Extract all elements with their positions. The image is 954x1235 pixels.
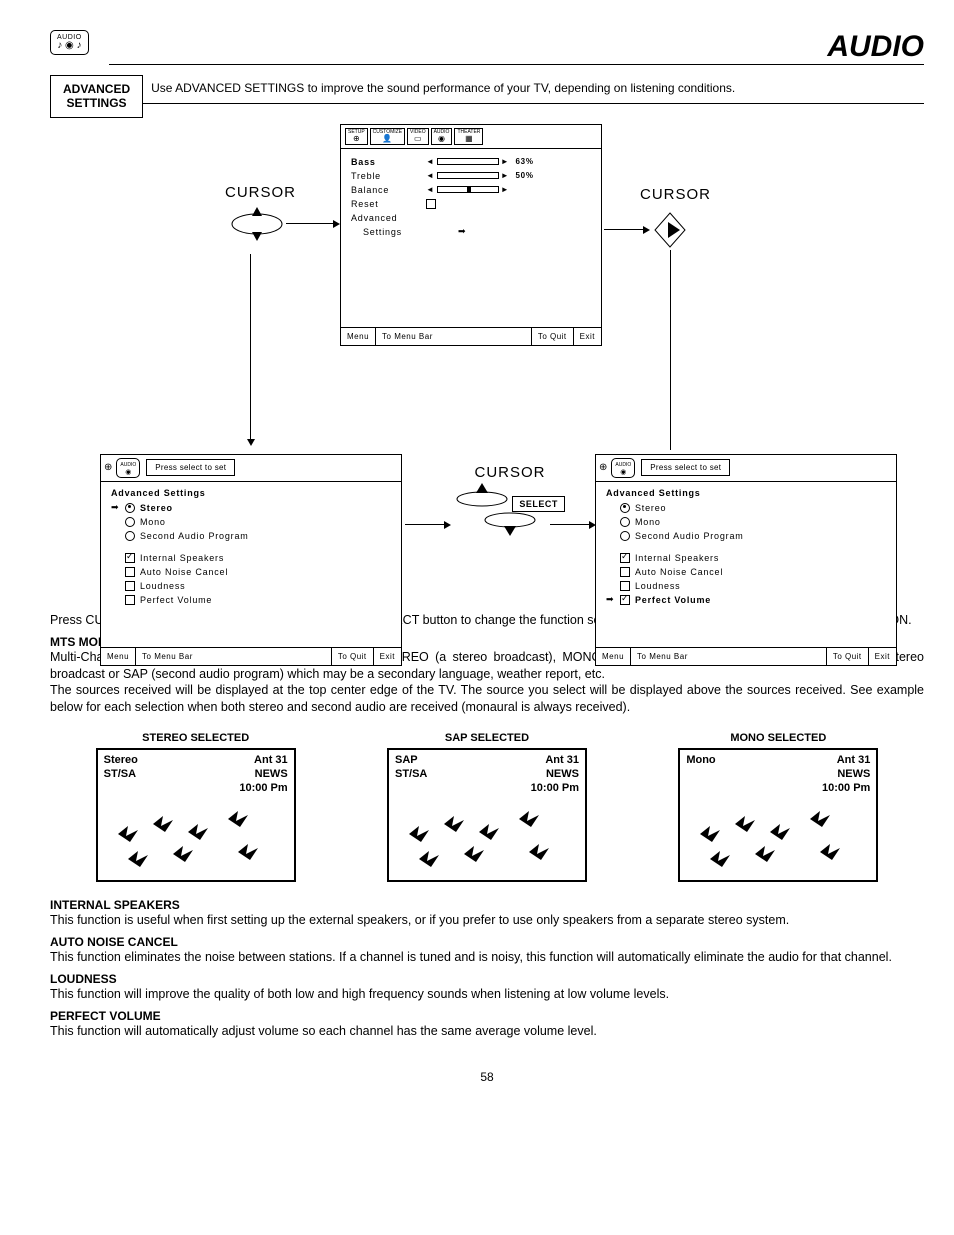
- pv-body: This function will automatically adjust …: [50, 1023, 924, 1040]
- loudness-title: LOUDNESS: [50, 972, 924, 986]
- cursor-select-block: CURSOR SELECT: [450, 464, 570, 541]
- anc-body: This function eliminates the noise betwe…: [50, 949, 924, 966]
- flow-arrow-down: [250, 254, 251, 439]
- tab-setup: SETUP⊕: [345, 128, 368, 145]
- tab-video: VIDEO▭: [407, 128, 429, 145]
- audio-header-icon: AUDIO ♪ ◉ ♪: [50, 30, 89, 55]
- page-number: 58: [50, 1070, 924, 1084]
- tab-theater: THEATER▦: [454, 128, 483, 145]
- cursor-updown-icon: [230, 204, 284, 244]
- cursor-right-icon: [650, 210, 690, 253]
- top-menu-screen: SETUP⊕ CUSTOMIZE👤 VIDEO▭ AUDIO◉ THEATER▦…: [340, 124, 602, 346]
- sap-example: SAP SELECTED SAP ST/SA Ant 31 NEWS 10:00…: [387, 732, 587, 882]
- internal-speakers-body: This function is useful when first setti…: [50, 912, 924, 929]
- advanced-settings-box: ADVANCEDSETTINGS: [50, 75, 143, 118]
- stereo-example: STEREO SELECTED Stereo ST/SA Ant 31 NEWS…: [96, 732, 296, 882]
- anc-title: AUTO NOISE CANCEL: [50, 935, 924, 949]
- tab-audio: AUDIO◉: [431, 128, 453, 145]
- diagram-area: SETUP⊕ CUSTOMIZE👤 VIDEO▭ AUDIO◉ THEATER▦…: [50, 124, 924, 604]
- adv-settings-screen-left: ⊕ AUDIO◉ Press select to set Advanced Se…: [100, 454, 402, 666]
- tab-customize: CUSTOMIZE👤: [370, 128, 405, 145]
- cursor-label-left: CURSOR: [225, 184, 296, 201]
- cursor-label-right: CURSOR: [640, 186, 711, 203]
- page-title: AUDIO: [109, 30, 924, 65]
- mode-examples: STEREO SELECTED Stereo ST/SA Ant 31 NEWS…: [50, 732, 924, 882]
- intro-text: Use ADVANCED SETTINGS to improve the sou…: [143, 75, 924, 104]
- mono-example: MONO SELECTED Mono Ant 31 NEWS 10:00 Pm: [678, 732, 878, 882]
- loudness-body: This function will improve the quality o…: [50, 986, 924, 1003]
- adv-settings-screen-right: ⊕ AUDIO◉ Press select to set Advanced Se…: [595, 454, 897, 666]
- internal-speakers-title: INTERNAL SPEAKERS: [50, 898, 924, 912]
- pv-title: PERFECT VOLUME: [50, 1009, 924, 1023]
